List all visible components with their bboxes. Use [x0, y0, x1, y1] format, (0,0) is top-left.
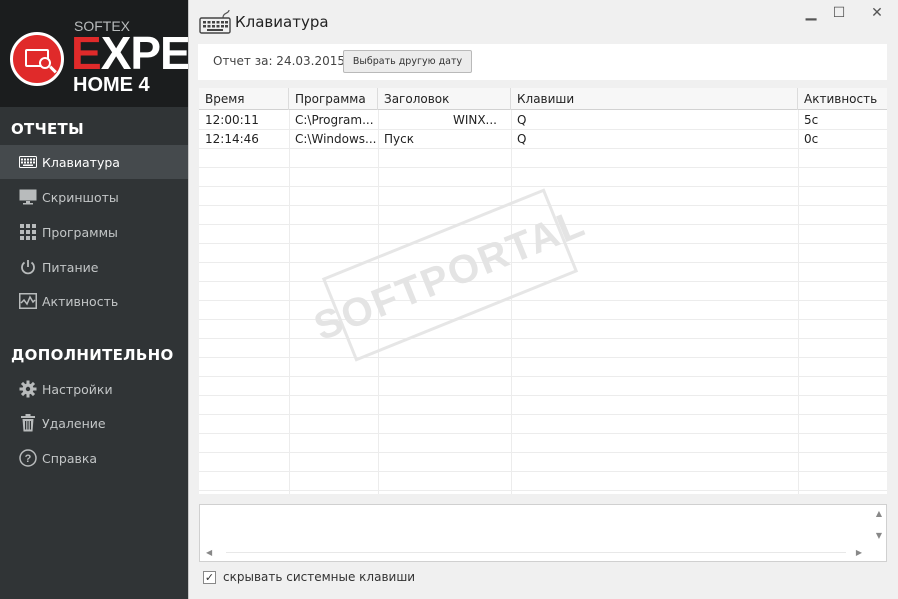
report-date-label: Отчет за: 24.03.2015 [213, 54, 346, 68]
column-header-program[interactable]: Программа [289, 88, 378, 110]
table-row-empty [199, 358, 887, 377]
table-row-empty [199, 206, 887, 225]
sidebar: SOFTEX EXPERT HOME 4 ОТЧЕТЫ Клавиатура С… [0, 0, 188, 599]
section-reports-title: ОТЧЕТЫ [11, 120, 84, 138]
sidebar-item-label: Активность [42, 293, 119, 309]
table-row[interactable]: 12:00:11 C:\Program... WINX... Q 5с [199, 111, 887, 130]
sidebar-item-label: Справка [42, 450, 98, 466]
cell-activity: 0с [804, 132, 819, 146]
choose-date-button[interactable]: Выбрать другую дату [343, 50, 472, 73]
svg-text:?: ? [25, 453, 32, 465]
table-row-empty [199, 301, 887, 320]
table-row-empty [199, 472, 887, 491]
column-header-activity[interactable]: Активность [798, 88, 887, 110]
cell-time: 12:14:46 [205, 132, 259, 146]
column-header-time[interactable]: Время [199, 88, 289, 110]
minimize-button[interactable]: ▁ [801, 5, 821, 21]
cell-activity: 5с [804, 113, 819, 127]
cell-keys: Q [517, 132, 527, 146]
table-row-empty [199, 225, 887, 244]
table-row-empty [199, 244, 887, 263]
apps-grid-icon [18, 222, 38, 242]
sidebar-item-label: Программы [42, 224, 118, 240]
sidebar-item-power[interactable]: Питание [0, 250, 188, 284]
sidebar-item-settings[interactable]: Настройки [0, 372, 188, 406]
keystrokes-table[interactable]: Время Программа Заголовок Клавиши Активн… [199, 88, 887, 494]
cell-time: 12:00:11 [205, 113, 259, 127]
logo-emblem-icon [10, 32, 64, 86]
column-header-keys[interactable]: Клавиши [511, 88, 798, 110]
table-row-empty [199, 415, 887, 434]
details-textbox[interactable]: ▲ ▼ ◀ ▶ [199, 504, 887, 562]
cell-title: WINX... [452, 113, 497, 127]
table-row-empty [199, 282, 887, 301]
sidebar-item-label: Клавиатура [42, 154, 120, 170]
sidebar-item-uninstall[interactable]: Удаление [0, 406, 188, 440]
hide-system-keys-label: скрывать системные клавиши [223, 570, 416, 584]
sidebar-item-keyboard[interactable]: Клавиатура [0, 145, 188, 179]
trash-icon [18, 413, 38, 433]
table-row-empty [199, 396, 887, 415]
sidebar-item-help[interactable]: ? Справка [0, 441, 188, 475]
table-header: Время Программа Заголовок Клавиши Активн… [199, 88, 887, 110]
table-row-empty [199, 377, 887, 396]
table-row[interactable]: 12:14:46 C:\Windows... Пуск Q 0с [199, 130, 887, 149]
maximize-button[interactable]: ☐ [829, 5, 849, 21]
table-row-empty [199, 320, 887, 339]
power-icon [18, 257, 38, 277]
table-row-empty [199, 168, 887, 187]
app-logo: SOFTEX EXPERT HOME 4 [0, 0, 188, 107]
main-panel: Клавиатура ▁ ☐ ✕ Отчет за: 24.03.2015 Вы… [188, 0, 898, 599]
cell-title: Пуск [384, 132, 414, 146]
sidebar-item-screenshots[interactable]: Скриншоты [0, 180, 188, 214]
logo-home: HOME 4 [73, 74, 150, 96]
scroll-right-arrow-icon[interactable]: ▶ [856, 548, 862, 557]
sidebar-item-label: Питание [42, 259, 99, 275]
title-bar: Клавиатура ▁ ☐ ✕ [189, 0, 898, 40]
horizontal-scrollbar[interactable] [226, 552, 846, 553]
logo-expert: EXPERT [71, 27, 188, 79]
close-button[interactable]: ✕ [867, 5, 887, 21]
cell-keys: Q [517, 113, 527, 127]
keyboard-icon [18, 152, 38, 172]
cell-program: C:\Program... [295, 113, 374, 127]
keyboard-icon [199, 9, 233, 34]
sidebar-item-label: Удаление [42, 415, 106, 431]
cell-program: C:\Windows... [295, 132, 377, 146]
date-bar: Отчет за: 24.03.2015 Выбрать другую дату [198, 44, 887, 80]
scroll-down-arrow-icon[interactable]: ▼ [876, 531, 882, 540]
column-header-title[interactable]: Заголовок [378, 88, 511, 110]
gear-icon [18, 379, 38, 399]
sidebar-item-label: Настройки [42, 381, 113, 397]
hide-system-keys-checkbox[interactable]: ✓ [203, 570, 216, 584]
scroll-left-arrow-icon[interactable]: ◀ [206, 548, 212, 557]
activity-chart-icon [18, 291, 38, 311]
hide-system-keys-option[interactable]: ✓ скрывать системные клавиши [203, 569, 415, 585]
sidebar-item-programs[interactable]: Программы [0, 215, 188, 249]
page-title: Клавиатура [235, 13, 329, 31]
table-row-empty [199, 434, 887, 453]
table-row-empty [199, 453, 887, 472]
help-icon: ? [18, 448, 38, 468]
table-row-empty [199, 149, 887, 168]
sidebar-item-activity[interactable]: Активность [0, 284, 188, 318]
section-extra-title: ДОПОЛНИТЕЛЬНО [11, 346, 174, 364]
table-row-empty [199, 187, 887, 206]
sidebar-item-label: Скриншоты [42, 189, 119, 205]
table-row-empty [199, 263, 887, 282]
table-row-empty [199, 339, 887, 358]
scroll-up-arrow-icon[interactable]: ▲ [876, 509, 882, 518]
monitor-icon [18, 187, 38, 207]
